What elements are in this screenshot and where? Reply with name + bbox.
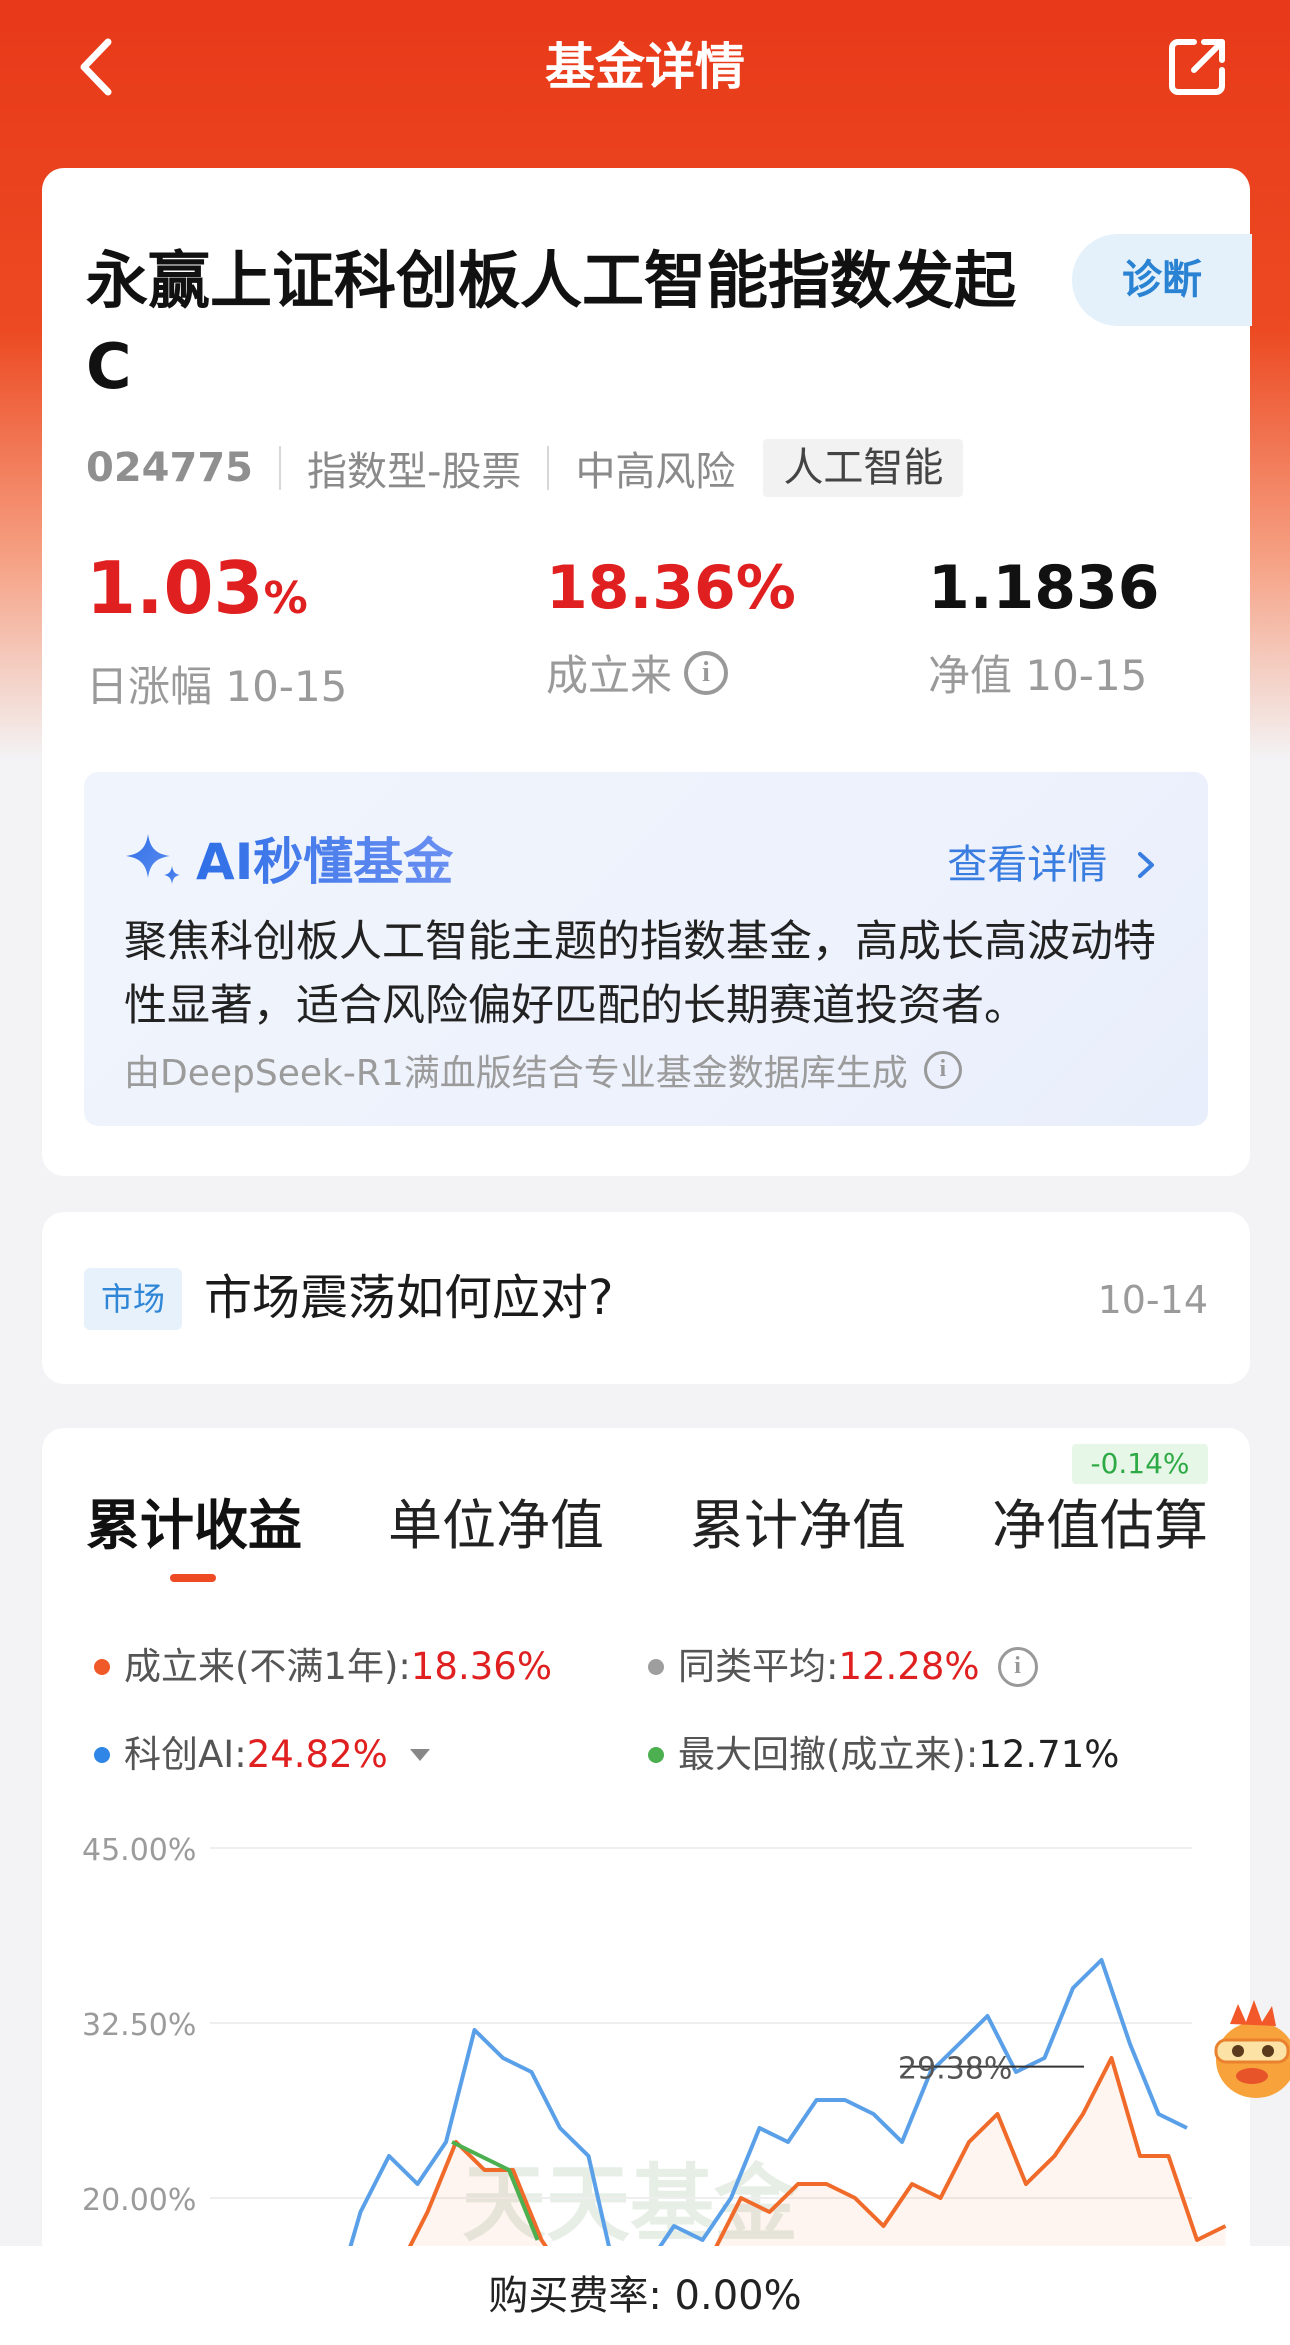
line-chart[interactable]: 天天基金45.00%32.50%20.00%29.38%	[42, 1428, 1250, 2345]
info-icon[interactable]: i	[923, 1051, 962, 1089]
news-card[interactable]: 市场 市场震荡如何应对? 10-14	[42, 1212, 1250, 1384]
purchase-fee-text: 购买费率: 0.00%	[488, 2273, 802, 2319]
fund-meta-row: 024775 指数型-股票 中高风险 人工智能	[86, 439, 964, 497]
fund-type: 指数型-股票	[307, 449, 522, 495]
divider	[279, 446, 281, 490]
ai-header: AI秒懂基金	[122, 822, 453, 894]
page-title: 基金详情	[545, 38, 745, 96]
ai-summary-box[interactable]: AI秒懂基金 查看详情 聚焦科创板人工智能主题的指数基金，高成长高波动特性显著，…	[84, 772, 1208, 1126]
since-inception-stat: 18.36% 成立来 i	[546, 540, 796, 703]
ai-title: AI秒懂基金	[196, 822, 453, 894]
annotation-label: 29.38%	[898, 2052, 1012, 2087]
risk-level: 中高风险	[575, 449, 736, 495]
sparkle-icon	[126, 834, 180, 884]
divider	[547, 446, 550, 490]
nav-value: 1.1836	[928, 553, 1160, 623]
chevron-right-icon	[1138, 852, 1154, 878]
share-icon[interactable]	[1166, 34, 1230, 98]
daily-change-value: 1.03%	[86, 546, 308, 630]
mascot-icon[interactable]	[1212, 1996, 1290, 2116]
y-tick-label: 32.50%	[82, 2008, 196, 2043]
ai-source-note: 由DeepSeek-R1满血版结合专业基金数据库生成 i	[124, 1044, 962, 1096]
y-tick-label: 20.00%	[82, 2183, 196, 2218]
daily-change-label: 日涨幅 10-15	[86, 662, 348, 711]
since-inception-value: 18.36%	[546, 553, 796, 623]
fund-code: 024775	[86, 445, 253, 491]
y-tick-label: 45.00%	[82, 1833, 196, 1868]
view-details-link[interactable]: 查看详情	[947, 832, 1158, 890]
performance-chart-card: 累计收益 单位净值 累计净值 净值估算 -0.14% 成立来(不满1年): 18.…	[42, 1428, 1250, 2345]
fund-name: 永赢上证科创板人工智能指数发起C	[86, 244, 1017, 403]
info-icon[interactable]: i	[684, 650, 729, 695]
news-tag: 市场	[84, 1268, 182, 1330]
nav-label: 净值 10-15	[928, 651, 1148, 700]
fund-summary-card: 永赢上证科创板人工智能指数发起C 诊断 024775 指数型-股票 中高风险 人…	[42, 168, 1252, 1176]
daily-change-stat: 1.03% 日涨幅 10-15	[86, 540, 347, 714]
navigation-bar: 基金详情	[0, 0, 1290, 140]
news-title: 市场震荡如何应对?	[204, 1270, 614, 1326]
news-date: 10-14	[1097, 1278, 1208, 1322]
nav-stat: 1.1836 净值 10-15	[928, 540, 1160, 703]
ai-summary-text: 聚焦科创板人工智能主题的指数基金，高成长高波动特性显著，适合风险偏好匹配的长期赛…	[124, 917, 1156, 1031]
bottom-bar: 购买费率: 0.00%	[0, 2246, 1290, 2345]
since-inception-label: 成立来 i	[546, 642, 796, 703]
diagnose-button[interactable]: 诊断	[1072, 234, 1252, 326]
theme-tag[interactable]: 人工智能	[763, 439, 964, 497]
